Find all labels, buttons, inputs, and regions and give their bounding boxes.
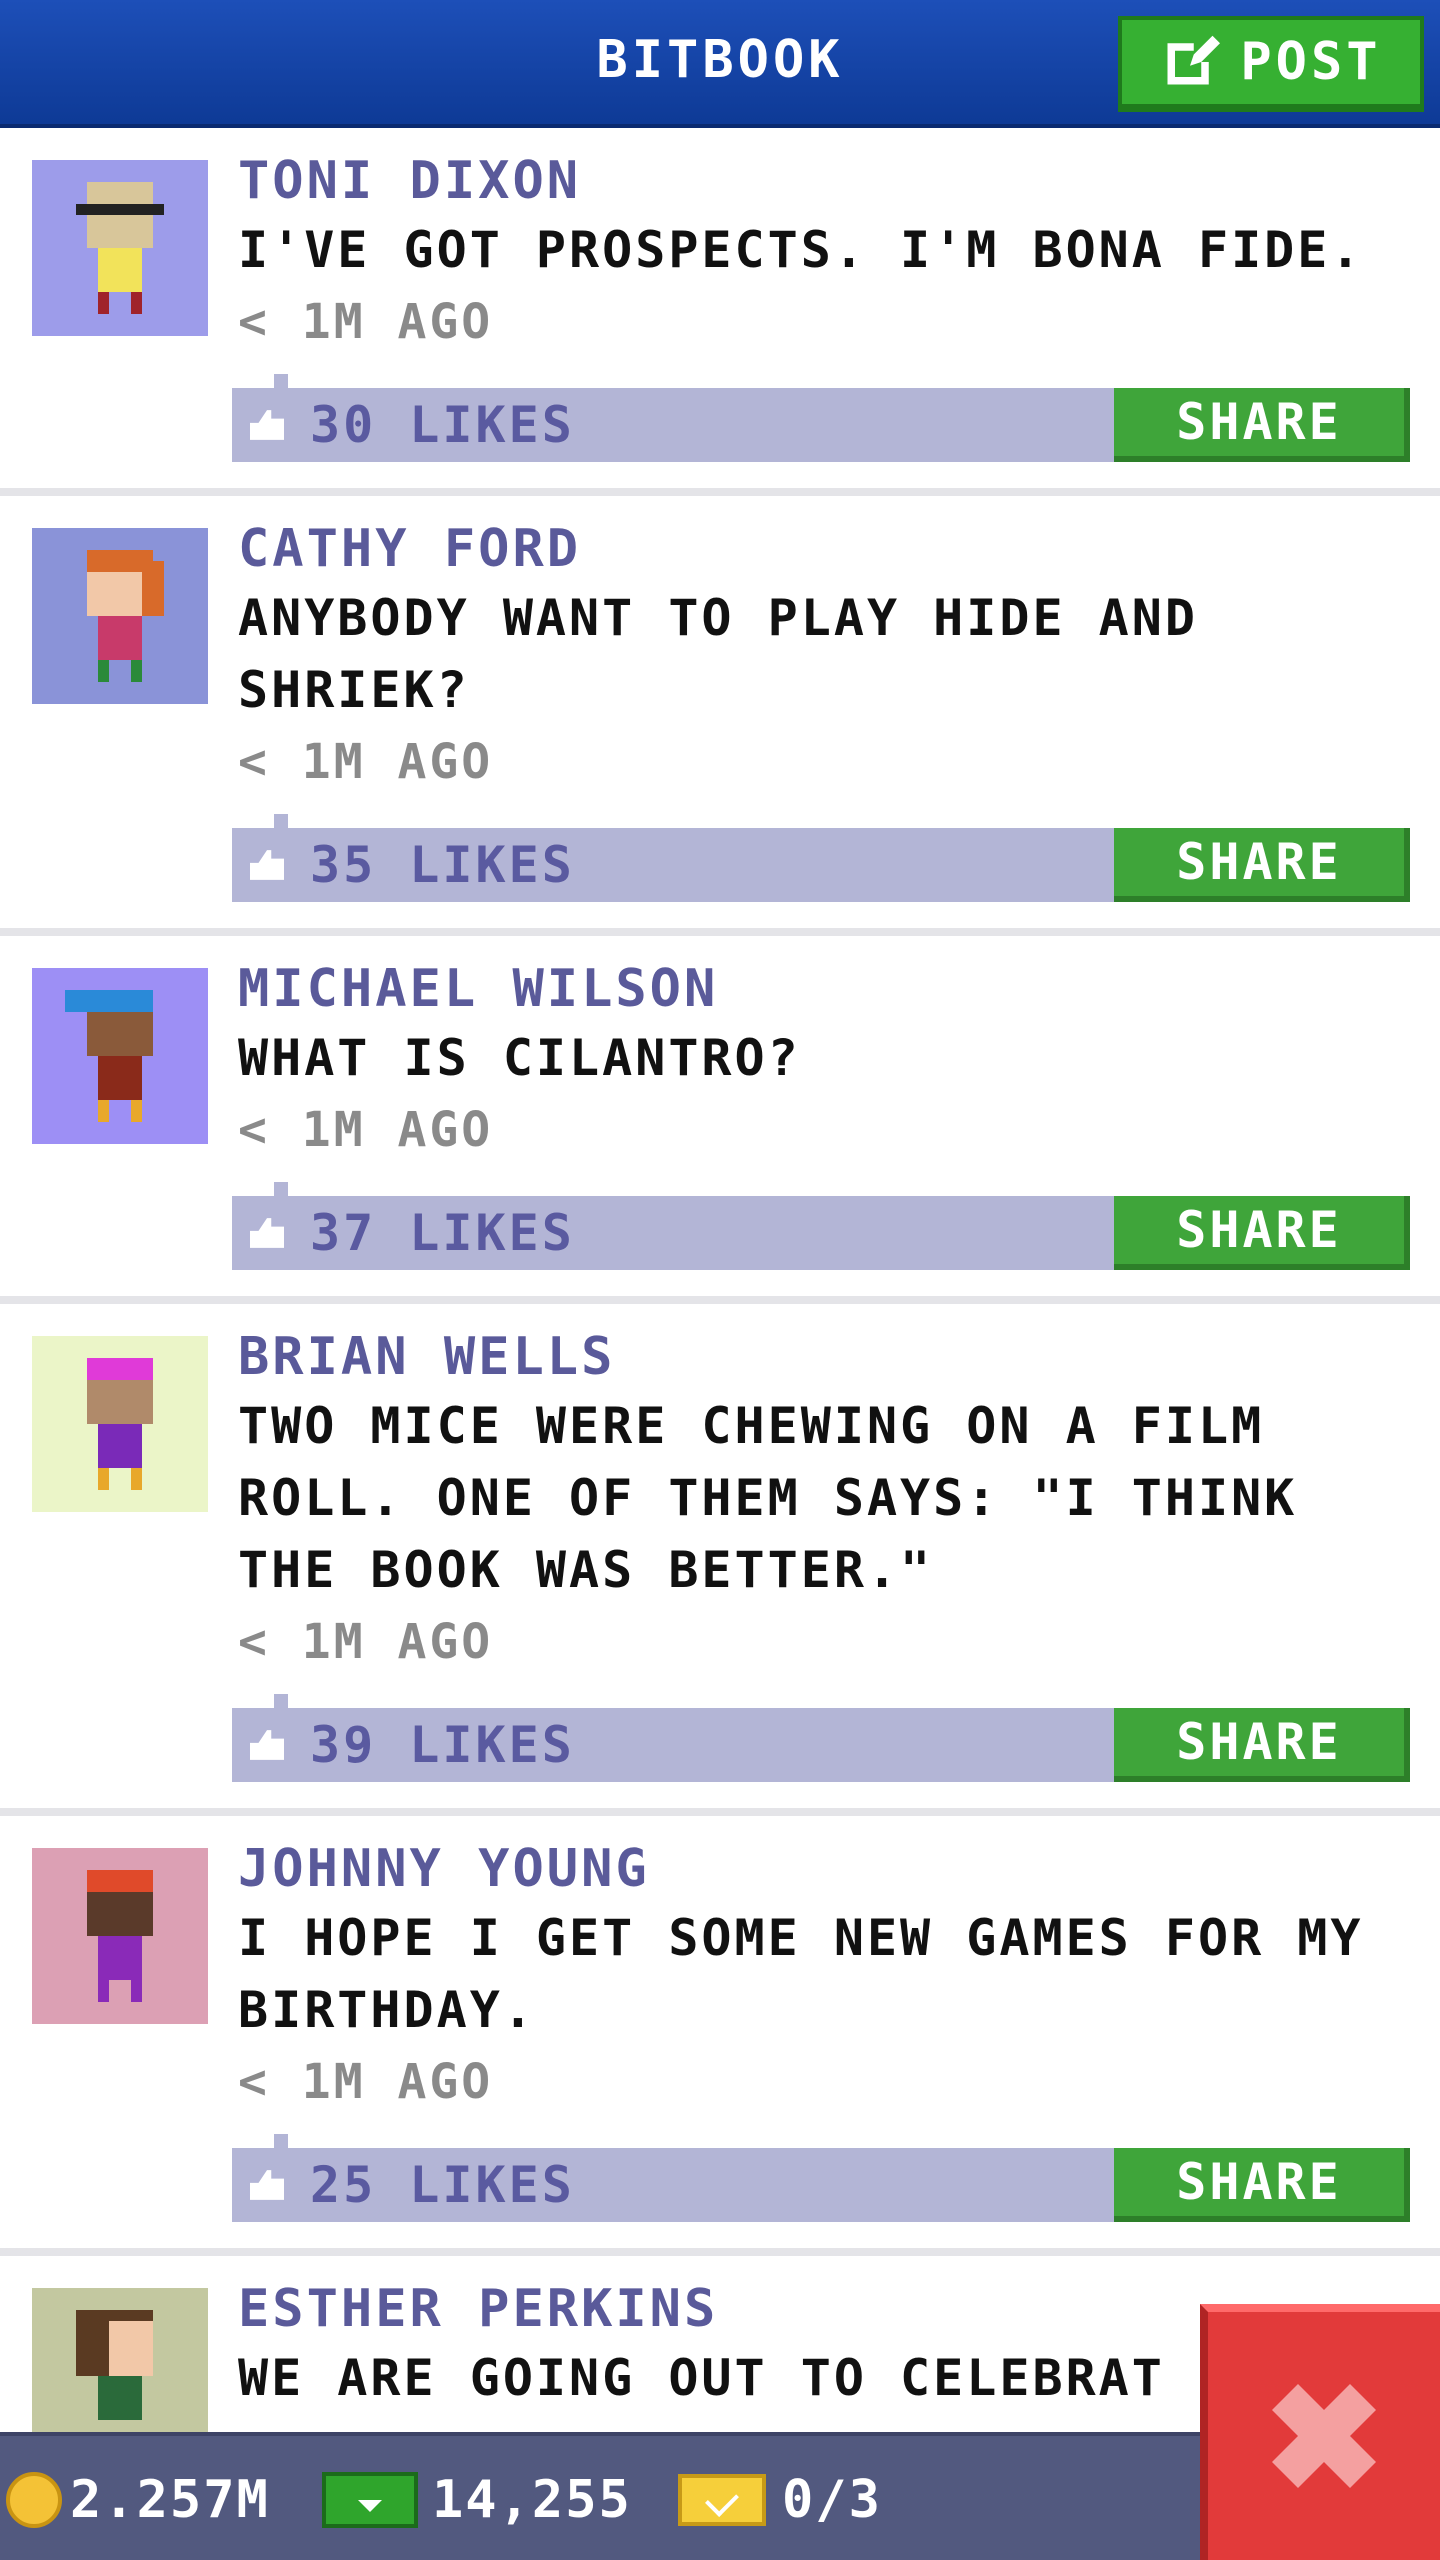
feed-list: TONI DIXON I'VE GOT PROSPECTS. I'M BONA … [0,128,1440,2560]
post-time: < 1M AGO [238,294,494,350]
feed-post: MICHAEL WILSON WHAT IS CILANTRO? < 1M AG… [0,936,1440,1304]
share-button[interactable]: SHARE [1114,1196,1410,1270]
tickets-value: 0/3 [782,2470,882,2530]
close-icon [1272,2384,1376,2488]
feed-post: TONI DIXON I'VE GOT PROSPECTS. I'M BONA … [0,128,1440,496]
thumbs-up-icon [250,850,284,880]
avatar[interactable] [32,968,208,1144]
post-author[interactable]: CATHY FORD [238,516,1420,582]
share-button[interactable]: SHARE [1114,828,1410,902]
thumbs-up-icon [250,1218,284,1248]
post-time: < 1M AGO [238,1102,494,1158]
post-message: WHAT IS CILANTRO? [238,1029,801,1087]
bux-value: 14,255 [432,2470,632,2530]
thumbs-up-icon [250,1730,284,1760]
post-time: < 1M AGO [238,2054,494,2110]
share-button[interactable]: SHARE [1114,1708,1410,1782]
thumbs-up-icon [250,410,284,440]
ticket-icon [678,2474,766,2526]
tickets-stat: 0/3 [678,2462,882,2538]
coin-icon [6,2472,62,2528]
bux-stat: 14,255 [322,2462,632,2538]
like-bar-tip [274,2134,288,2148]
avatar-image [32,160,208,336]
avatar[interactable] [32,1848,208,2024]
post-time: < 1M AGO [238,1614,494,1670]
feed-post: JOHNNY YOUNG I HOPE I GET SOME NEW GAMES… [0,1816,1440,2256]
coins-value: 2.257M [70,2470,270,2530]
likes-count: 39 LIKES [310,1716,575,1774]
like-bar[interactable]: 30 LIKES SHARE [232,374,1410,462]
avatar-image [32,528,208,704]
like-bar[interactable]: 37 LIKES SHARE [232,1182,1410,1270]
likes-count: 37 LIKES [310,1204,575,1262]
likes-count: 35 LIKES [310,836,575,894]
app-header: BITBOOK POST [0,0,1440,128]
likes-count: 30 LIKES [310,396,575,454]
post-author[interactable]: MICHAEL WILSON [238,956,1420,1022]
like-bar[interactable]: 39 LIKES SHARE [232,1694,1410,1782]
post-author[interactable]: TONI DIXON [238,148,1420,214]
compose-icon [1167,35,1221,85]
close-button[interactable] [1200,2304,1440,2560]
like-bar-tip [274,1694,288,1708]
like-bar-tip [274,1182,288,1196]
like-bar[interactable]: 35 LIKES SHARE [232,814,1410,902]
feed-post: BRIAN WELLS TWO MICE WERE CHEWING ON A F… [0,1304,1440,1816]
post-author[interactable]: JOHNNY YOUNG [238,1836,1420,1902]
thumbs-up-icon [250,2170,284,2200]
avatar-image [32,1336,208,1512]
avatar[interactable] [32,528,208,704]
bux-icon [322,2472,418,2528]
avatar-image [32,1848,208,2024]
avatar[interactable] [32,1336,208,1512]
post-author[interactable]: BRIAN WELLS [238,1324,1420,1390]
like-bar-tip [274,374,288,388]
post-message: I HOPE I GET SOME NEW GAMES FOR MY BIRTH… [238,1909,1364,2039]
post-button-label: POST [1240,32,1382,92]
post-message: TWO MICE WERE CHEWING ON A FILM ROLL. ON… [238,1397,1298,1599]
share-button[interactable]: SHARE [1114,2148,1410,2222]
coins-stat: 2.257M [6,2462,270,2538]
post-button[interactable]: POST [1118,16,1424,112]
share-button[interactable]: SHARE [1114,388,1410,462]
post-message: ANYBODY WANT TO PLAY HIDE AND SHRIEK? [238,589,1198,719]
feed-post: CATHY FORD ANYBODY WANT TO PLAY HIDE AND… [0,496,1440,936]
post-message: I'VE GOT PROSPECTS. I'M BONA FIDE. [238,221,1364,279]
post-time: < 1M AGO [238,734,494,790]
avatar[interactable] [32,160,208,336]
likes-count: 25 LIKES [310,2156,575,2214]
like-bar[interactable]: 25 LIKES SHARE [232,2134,1410,2222]
like-bar-tip [274,814,288,828]
avatar-image [32,968,208,1144]
